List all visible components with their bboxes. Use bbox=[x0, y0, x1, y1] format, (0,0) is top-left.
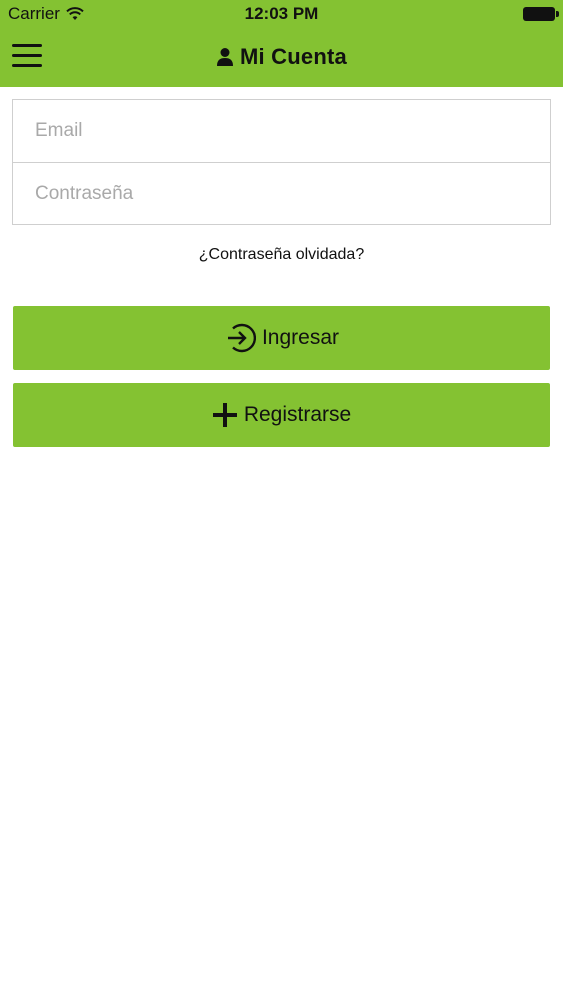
clock: 12:03 PM bbox=[244, 4, 319, 23]
password-field[interactable] bbox=[13, 163, 550, 225]
register-button[interactable]: Registrarse bbox=[13, 383, 550, 447]
login-button-label: Ingresar bbox=[261, 326, 340, 349]
email-field[interactable] bbox=[13, 100, 550, 162]
register-button-label: Registrarse bbox=[243, 403, 352, 426]
user-icon bbox=[217, 48, 234, 66]
battery-icon bbox=[523, 7, 559, 21]
forgot-password-link[interactable]: ¿Contraseña olvidada? bbox=[0, 246, 563, 264]
login-button[interactable]: Ingresar bbox=[13, 306, 550, 370]
nav-bar: Mi Cuenta bbox=[0, 28, 563, 87]
login-form bbox=[12, 99, 551, 225]
login-arrow-icon bbox=[227, 323, 256, 353]
page-title: Mi Cuenta bbox=[0, 44, 563, 70]
status-bar: Carrier 12:03 PM bbox=[0, 0, 563, 28]
plus-icon bbox=[212, 403, 237, 427]
header-bar: Carrier 12:03 PM Mi Cuenta bbox=[0, 0, 563, 87]
page-title-label: Mi Cuenta bbox=[240, 44, 347, 69]
